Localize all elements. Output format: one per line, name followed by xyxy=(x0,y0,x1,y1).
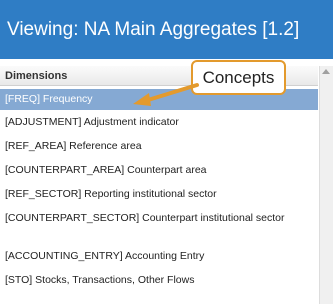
callout-arrow-icon xyxy=(133,83,199,106)
dimensions-panel: Viewing: NA Main Aggregates [1.2] Dimens… xyxy=(0,0,333,304)
